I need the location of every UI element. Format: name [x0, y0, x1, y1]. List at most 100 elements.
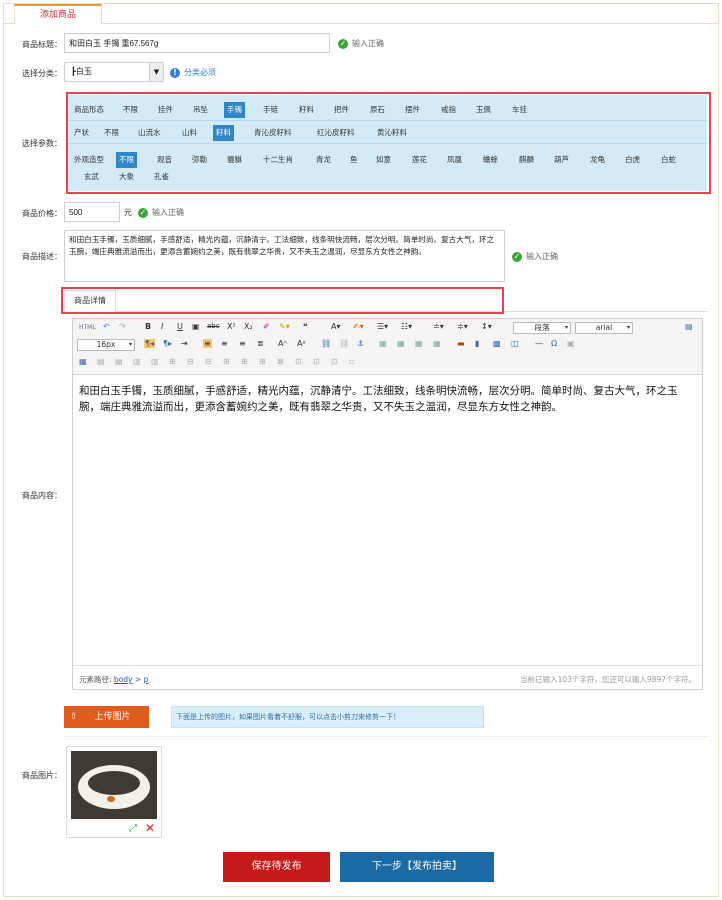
blockquote-icon[interactable]: ❝: [303, 322, 308, 331]
redo-icon[interactable]: ↷: [119, 322, 126, 331]
chevron-down-icon: ▾: [564, 324, 568, 331]
anchor-icon[interactable]: ⚓: [357, 339, 364, 348]
product-image[interactable]: [71, 751, 157, 819]
merge-cells-icon[interactable]: ⊞: [169, 357, 176, 366]
bracelet-image: [71, 751, 157, 819]
merge-right-icon[interactable]: ⊟: [187, 357, 194, 366]
italic-icon[interactable]: I: [161, 322, 163, 331]
insert-video-icon[interactable]: ▮: [475, 339, 479, 348]
check-icon: ✓: [138, 207, 148, 218]
category-select[interactable]: ┣白玉 ▼: [64, 62, 164, 82]
fullscreen-icon[interactable]: ▤: [685, 322, 693, 331]
row-spacing-bottom-icon[interactable]: ≑▾: [457, 322, 468, 331]
images-label: 商品图片：: [22, 771, 62, 780]
image-float-left-icon[interactable]: ▦: [397, 339, 405, 348]
underline-icon[interactable]: U: [177, 322, 183, 331]
format-painter-icon[interactable]: ✎▾: [279, 322, 290, 331]
insert-row-icon[interactable]: ▤: [97, 357, 105, 366]
font-size-select[interactable]: 16px ▾: [77, 339, 135, 351]
upload-image-button[interactable]: ⇧ 上传图片: [64, 706, 149, 728]
title-input[interactable]: [64, 33, 330, 53]
font-color-icon[interactable]: A▾: [331, 322, 341, 331]
align-center-icon[interactable]: ≡: [221, 339, 228, 348]
delete-icon[interactable]: ✕: [145, 821, 155, 835]
word-count: 当前已输入103个字符，您还可以输入9897个字符。: [520, 675, 696, 684]
table-props-icon[interactable]: ⊡: [295, 357, 302, 366]
path-body-link[interactable]: body: [114, 675, 133, 684]
insert-map-icon[interactable]: ▩: [493, 339, 501, 348]
editor-label: 商品内容：: [22, 491, 62, 500]
rtl-icon[interactable]: ¶▸: [163, 339, 172, 348]
insert-table-icon[interactable]: ▦: [79, 357, 87, 366]
title-status-text: 输入正确: [352, 39, 384, 48]
category-hint-text: 分类必须: [184, 68, 216, 77]
unordered-list-icon[interactable]: ☷▾: [401, 322, 412, 331]
category-hint: ! 分类必须: [170, 67, 216, 78]
price-input[interactable]: [64, 202, 120, 222]
link-icon[interactable]: ⛓: [321, 339, 331, 348]
uppercase-icon[interactable]: Aᴬ: [278, 339, 287, 348]
paragraph-select[interactable]: 段落 ▾: [513, 322, 571, 334]
bold-icon[interactable]: B: [145, 322, 151, 331]
undo-icon[interactable]: ↶: [103, 322, 110, 331]
split-cols-icon[interactable]: ⊞: [259, 357, 266, 366]
split-rows-icon[interactable]: ⊞: [241, 357, 248, 366]
font-family-select[interactable]: arial ▾: [575, 322, 633, 334]
product-image-card: ⤢ ✕: [66, 746, 162, 838]
attachment-icon[interactable]: ◫: [511, 339, 519, 348]
date-icon[interactable]: ▣: [567, 339, 575, 348]
path-p-link[interactable]: p: [144, 675, 149, 684]
superscript-icon[interactable]: X²: [227, 322, 236, 331]
delete-table-icon[interactable]: ⊠: [277, 357, 284, 366]
price-unit: 元: [124, 208, 132, 217]
subscript-icon[interactable]: X₂: [244, 322, 253, 331]
chevron-down-icon[interactable]: ▼: [149, 63, 163, 81]
delete-row-icon[interactable]: ▤: [115, 357, 123, 366]
table-sort-icon[interactable]: ▫: [349, 357, 354, 366]
delete-col-icon[interactable]: ▥: [151, 357, 159, 366]
highlight-params: [66, 92, 711, 194]
insert-col-icon[interactable]: ▥: [133, 357, 141, 366]
special-char-icon[interactable]: Ω: [551, 339, 557, 348]
save-draft-button[interactable]: 保存待发布: [223, 852, 330, 882]
html-source-button[interactable]: HTML: [79, 324, 96, 331]
image-center-icon[interactable]: ▦: [433, 339, 441, 348]
params-label: 选择参数：: [22, 139, 62, 148]
split-cells-icon[interactable]: ⊞: [223, 357, 230, 366]
editor-content[interactable]: 和田白玉手镯，玉质细腻，手感舒适，精光内蕴，沉静清宁。工法细致，线条明快流畅，层…: [79, 383, 697, 415]
tab-add-product[interactable]: 添加商品: [14, 4, 102, 25]
align-left-icon[interactable]: ≡: [203, 339, 212, 348]
strikethrough-icon[interactable]: abc: [207, 322, 220, 330]
desc-status: ✓ 输入正确: [512, 251, 558, 262]
horizontal-rule-icon[interactable]: —: [535, 339, 543, 348]
category-label: 选择分类：: [22, 69, 62, 78]
row-spacing-top-icon[interactable]: ≐▾: [433, 322, 444, 331]
divider: [64, 736, 710, 737]
highlight-color-icon[interactable]: ✍▾: [353, 322, 364, 331]
image-float-right-icon[interactable]: ▦: [415, 339, 423, 348]
title-label: 商品标题：: [22, 40, 62, 49]
crop-icon[interactable]: ⤢: [129, 823, 137, 834]
border-icon[interactable]: ▣: [192, 322, 200, 331]
align-justify-icon[interactable]: ≣: [257, 339, 264, 348]
path-separator: >: [134, 675, 142, 684]
lowercase-icon[interactable]: Aᵃ: [297, 339, 306, 348]
check-icon: ✓: [512, 251, 522, 262]
editor-statusbar: 元素路径: body > p 当前已输入103个字符，您还可以输入9897个字符…: [73, 665, 702, 689]
indent-icon[interactable]: ⇥: [181, 339, 188, 348]
align-right-icon[interactable]: ≡: [239, 339, 246, 348]
chevron-down-icon: ▾: [128, 341, 132, 348]
line-height-icon[interactable]: ↕▾: [481, 322, 492, 331]
desc-textarea[interactable]: 和田白玉手镯，玉质细腻，手感舒适，精光内蕴，沉静清宁。工法细致，线条明快流畅，层…: [64, 230, 505, 282]
merge-down-icon[interactable]: ⊟: [205, 357, 212, 366]
insert-image-icon[interactable]: ▬: [457, 339, 465, 348]
unlink-icon[interactable]: ⛓: [339, 339, 349, 348]
cell-props-icon[interactable]: ⊡: [331, 357, 338, 366]
table-settings-icon[interactable]: ⊡: [313, 357, 320, 366]
ltr-icon[interactable]: ¶◂: [144, 339, 156, 348]
ordered-list-icon[interactable]: ☰▾: [377, 322, 388, 331]
image-float-none-icon[interactable]: ▦: [379, 339, 387, 348]
format-clear-icon[interactable]: ✐: [263, 322, 270, 331]
next-step-button[interactable]: 下一步【发布拍卖】: [340, 852, 494, 882]
upload-hint: 下面是上传的图片，如果图片看着不舒服，可以点击小剪刀来修剪一下！: [171, 706, 484, 728]
